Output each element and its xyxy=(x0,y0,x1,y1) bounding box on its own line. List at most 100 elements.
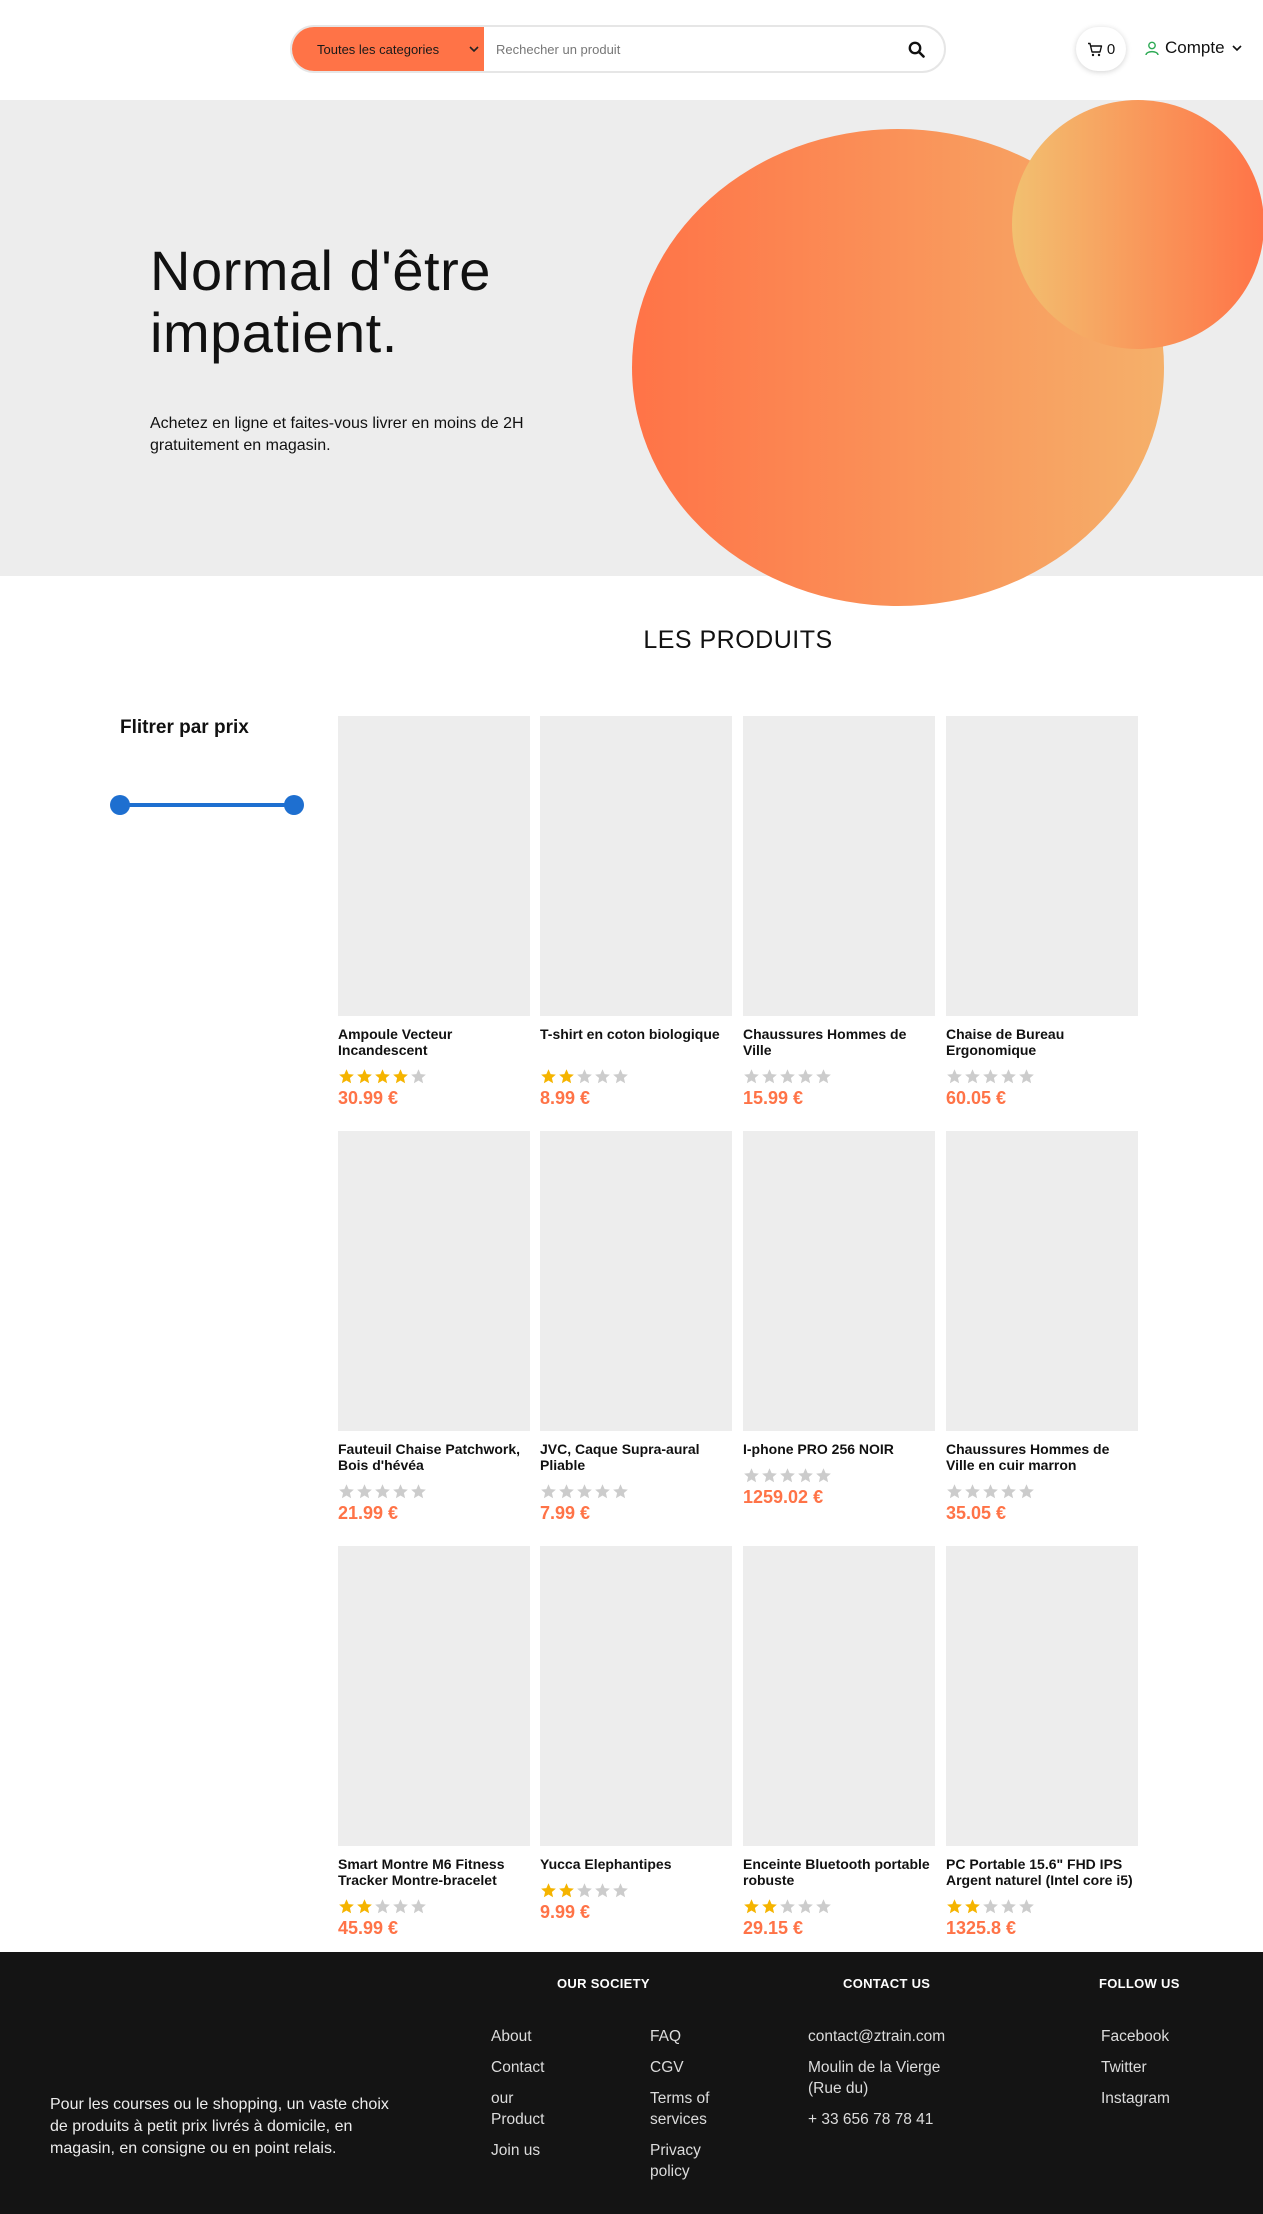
product-image[interactable] xyxy=(946,1131,1138,1431)
star-icon xyxy=(947,1484,962,1499)
star-icon xyxy=(411,1484,426,1499)
footer-follow-title: FOLLOW US xyxy=(1099,1976,1180,1991)
product-rating xyxy=(946,1898,1138,1914)
chevron-down-icon xyxy=(469,46,479,53)
star-icon xyxy=(1001,1484,1016,1499)
price-range-slider[interactable] xyxy=(110,794,304,816)
product-card[interactable]: Ampoule Vecteur Incandescent 30.99 € xyxy=(338,716,530,1109)
search-input[interactable] xyxy=(484,27,888,71)
product-card[interactable]: Yucca Elephantipes 9.99 € xyxy=(540,1546,732,1923)
product-name[interactable]: Yucca Elephantipes xyxy=(540,1856,732,1872)
footer-link-faq[interactable]: FAQ xyxy=(650,2026,712,2047)
product-price: 30.99 € xyxy=(338,1088,399,1108)
product-name[interactable]: JVC, Caque Supra-aural Pliable xyxy=(540,1441,732,1473)
product-name[interactable]: Fauteuil Chaise Patchwork, Bois d'hévéa xyxy=(338,1441,530,1473)
product-rating xyxy=(540,1882,732,1898)
cart-button[interactable]: 0 xyxy=(1076,27,1126,71)
product-name[interactable]: I-phone PRO 256 NOIR xyxy=(743,1441,935,1457)
star-icon xyxy=(613,1883,628,1898)
product-card[interactable]: Chaussures Hommes de Ville 15.99 € xyxy=(743,716,935,1109)
star-icon xyxy=(613,1069,628,1084)
star-icon xyxy=(1019,1484,1034,1499)
footer-link-twitter[interactable]: Twitter xyxy=(1101,2057,1221,2078)
search-bar: Toutes les categories xyxy=(290,25,946,73)
product-price: 60.05 € xyxy=(946,1088,1007,1108)
product-card[interactable]: Chaussures Hommes de Ville en cuir marro… xyxy=(946,1131,1138,1524)
product-card[interactable]: Fauteuil Chaise Patchwork, Bois d'hévéa 2… xyxy=(338,1131,530,1524)
product-name[interactable]: Chaussures Hommes de Ville xyxy=(743,1026,935,1058)
product-card[interactable]: Enceinte Bluetooth portable robuste 29.15… xyxy=(743,1546,935,1939)
footer-link-about[interactable]: About xyxy=(491,2026,561,2047)
footer-link-terms[interactable]: Terms of services xyxy=(650,2088,712,2130)
star-icon xyxy=(357,1484,372,1499)
slider-track xyxy=(120,803,294,807)
product-card[interactable]: Chaise de Bureau Ergonomique 60.05 € xyxy=(946,716,1138,1109)
star-icon xyxy=(965,1069,980,1084)
star-icon xyxy=(1019,1899,1034,1914)
product-name[interactable]: Chaise de Bureau Ergonomique xyxy=(946,1026,1138,1058)
product-image[interactable] xyxy=(946,716,1138,1016)
product-image[interactable] xyxy=(540,716,732,1016)
footer-society-links-col1: About Contact our Product Join us xyxy=(491,2026,561,2171)
product-name[interactable]: PC Portable 15.6" FHD IPS Argent naturel… xyxy=(946,1856,1138,1888)
slider-max-handle[interactable] xyxy=(284,795,304,815)
product-name[interactable]: T-shirt en coton biologique xyxy=(540,1026,732,1058)
footer-link-instagram[interactable]: Instagram xyxy=(1101,2088,1221,2109)
product-image[interactable] xyxy=(338,716,530,1016)
star-icon xyxy=(357,1069,372,1084)
product-name[interactable]: Smart Montre M6 Fitness Tracker Montre-b… xyxy=(338,1856,530,1888)
footer-society-links-col2: FAQ CGV Terms of services Privacy policy xyxy=(650,2026,712,2192)
star-icon xyxy=(559,1883,574,1898)
footer-link-join-us[interactable]: Join us xyxy=(491,2140,561,2161)
product-price: 1259.02 € xyxy=(743,1487,824,1507)
star-icon xyxy=(339,1069,354,1084)
product-price: 8.99 € xyxy=(540,1088,591,1108)
product-name[interactable]: Enceinte Bluetooth portable robuste xyxy=(743,1856,935,1888)
star-icon xyxy=(780,1069,795,1084)
star-icon xyxy=(375,1899,390,1914)
hero-title-line1: Normal d'être xyxy=(150,239,491,302)
product-price: 9.99 € xyxy=(540,1902,591,1922)
star-icon xyxy=(339,1899,354,1914)
product-image[interactable] xyxy=(743,716,935,1016)
category-select[interactable]: Toutes les categories xyxy=(292,27,484,71)
footer-link-cgv[interactable]: CGV xyxy=(650,2057,712,2078)
star-icon xyxy=(357,1899,372,1914)
star-icon xyxy=(798,1899,813,1914)
product-card[interactable]: Smart Montre M6 Fitness Tracker Montre-b… xyxy=(338,1546,530,1939)
footer-link-contact[interactable]: Contact xyxy=(491,2057,561,2078)
product-card[interactable]: JVC, Caque Supra-aural Pliable 7.99 € xyxy=(540,1131,732,1524)
product-name[interactable]: Ampoule Vecteur Incandescent xyxy=(338,1026,530,1058)
product-image[interactable] xyxy=(946,1546,1138,1846)
product-image[interactable] xyxy=(338,1131,530,1431)
product-name[interactable]: Chaussures Hommes de Ville en cuir marro… xyxy=(946,1441,1138,1473)
footer-link-facebook[interactable]: Facebook xyxy=(1101,2026,1221,2047)
product-image[interactable] xyxy=(743,1131,935,1431)
product-image[interactable] xyxy=(540,1131,732,1431)
search-button[interactable] xyxy=(888,27,944,71)
footer-contact-email[interactable]: contact@ztrain.com xyxy=(808,2026,958,2047)
star-icon xyxy=(965,1899,980,1914)
star-icon xyxy=(816,1468,831,1483)
product-rating xyxy=(743,1467,935,1483)
product-price: 45.99 € xyxy=(338,1918,399,1938)
star-icon xyxy=(411,1069,426,1084)
footer-link-privacy[interactable]: Privacy policy xyxy=(650,2140,712,2182)
footer: Pour les courses ou le shopping, un vast… xyxy=(0,1952,1263,2214)
product-image[interactable] xyxy=(743,1546,935,1846)
product-card[interactable]: I-phone PRO 256 NOIR 1259.02 € xyxy=(743,1131,935,1508)
product-image[interactable] xyxy=(338,1546,530,1846)
product-image[interactable] xyxy=(540,1546,732,1846)
slider-min-handle[interactable] xyxy=(110,795,130,815)
star-icon xyxy=(947,1899,962,1914)
star-icon xyxy=(744,1468,759,1483)
account-label: Compte xyxy=(1165,38,1225,57)
product-card[interactable]: PC Portable 15.6" FHD IPS Argent naturel… xyxy=(946,1546,1138,1939)
product-card[interactable]: T-shirt en coton biologique 8.99 € xyxy=(540,716,732,1109)
footer-link-our-product[interactable]: our Product xyxy=(491,2088,561,2130)
hero-subtitle: Achetez en ligne et faites-vous livrer e… xyxy=(150,415,524,454)
star-icon xyxy=(947,1069,962,1084)
star-icon xyxy=(541,1069,556,1084)
account-menu[interactable]: Compte xyxy=(1145,38,1243,58)
star-icon xyxy=(595,1484,610,1499)
